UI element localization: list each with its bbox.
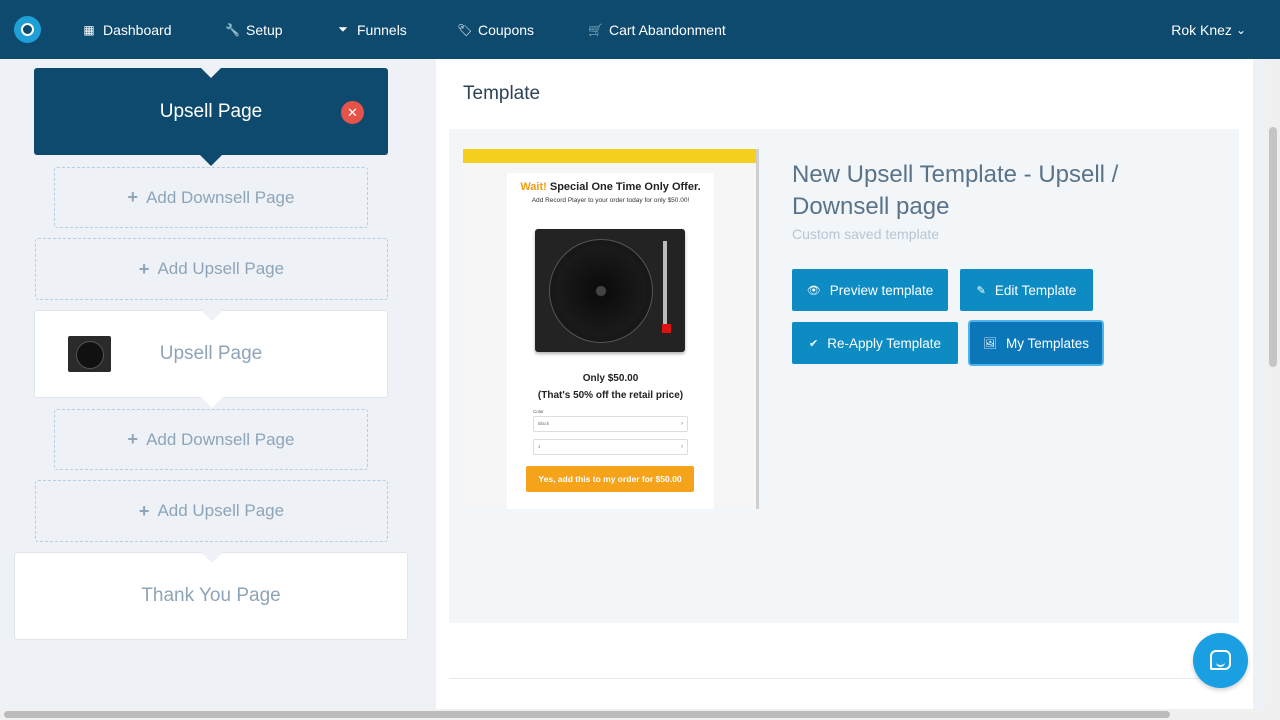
plus-icon: + <box>138 258 150 279</box>
remove-step-icon[interactable]: ✕ <box>341 101 364 124</box>
preview-notice-bar <box>463 149 757 163</box>
funnel-step-thank-you[interactable]: Thank You Page <box>14 552 408 640</box>
nav-setup[interactable]: 🔧 Setup <box>225 0 283 59</box>
chevron-down-icon: ⌄ <box>1235 22 1246 37</box>
preview-scrollbar[interactable] <box>756 149 759 509</box>
plus-icon: + <box>138 500 150 521</box>
user-menu[interactable]: Rok Knez ⌄ <box>1171 0 1246 59</box>
preview-color-label: Color <box>533 409 544 414</box>
step-notch-top <box>201 552 223 563</box>
nav-cart-abandonment[interactable]: 🛒 Cart Abandonment <box>588 0 726 59</box>
nav-setup-label: Setup <box>246 21 283 38</box>
nav-cart-abandonment-label: Cart Abandonment <box>609 21 726 38</box>
nav-dashboard-label: Dashboard <box>103 21 172 38</box>
chat-icon <box>1210 650 1231 670</box>
nav-dashboard[interactable]: ▦ Dashboard <box>82 0 172 59</box>
template-area: Wait! Special One Time Only Offer. Add R… <box>449 129 1239 623</box>
step-notch-top <box>201 310 223 321</box>
template-name: New Upsell Template - Upsell / Downsell … <box>792 161 1119 220</box>
template-preview[interactable]: Wait! Special One Time Only Offer. Add R… <box>463 145 759 509</box>
tonearm-tip-shape <box>662 324 671 333</box>
chat-launcher-button[interactable] <box>1193 633 1248 688</box>
my-templates-button[interactable]: 🖼 My Templates <box>970 322 1102 364</box>
funnel-step-upsell-active[interactable]: Upsell Page ✕ <box>34 67 388 166</box>
edit-template-label: Edit Template <box>994 282 1077 298</box>
user-name: Rok Knez <box>1171 21 1232 38</box>
funnel-step-upsell[interactable]: Upsell Page <box>34 310 388 408</box>
wrench-icon: 🔧 <box>225 22 240 37</box>
preview-price: Only $50.00 <box>582 373 639 384</box>
nav-coupons[interactable]: 🏷 Coupons <box>457 0 534 59</box>
image-icon: 🖼 <box>983 337 997 350</box>
my-templates-label: My Templates <box>1005 335 1089 351</box>
tonearm-shape <box>663 241 667 331</box>
platter-shape <box>549 239 653 343</box>
preview-discount: (That's 50% off the retail price) <box>537 390 684 401</box>
template-description: Custom saved template <box>792 226 940 242</box>
step-thumbnail <box>68 336 111 372</box>
preview-cta-button: Yes, add this to my order for $50.00 <box>526 466 694 492</box>
record-player-image <box>535 229 685 352</box>
panel-title: Template <box>463 83 541 104</box>
preview-headline: Wait! Special One Time Only Offer. <box>507 181 714 193</box>
preview-qty-select: 1 <box>533 439 688 455</box>
nav-funnels[interactable]: ⏷ Funnels <box>336 0 407 59</box>
app-logo[interactable] <box>14 16 41 43</box>
preview-page: Wait! Special One Time Only Offer. Add R… <box>507 173 714 509</box>
vertical-scrollbar-thumb[interactable] <box>1269 127 1277 367</box>
check-icon: ✔ <box>808 337 819 350</box>
plus-icon: + <box>127 429 139 449</box>
nav-funnels-label: Funnels <box>357 21 407 38</box>
top-navbar: ▦ Dashboard 🔧 Setup ⏷ Funnels 🏷 Coupons … <box>0 0 1280 59</box>
add-upsell-button[interactable]: + Add Upsell Page <box>35 480 388 542</box>
add-downsell-label: Add Downsell Page <box>146 429 295 449</box>
grid-icon: ▦ <box>83 22 95 37</box>
panel-divider <box>449 678 1239 679</box>
horizontal-scrollbar-thumb[interactable] <box>4 711 1170 718</box>
add-downsell-button[interactable]: + Add Downsell Page <box>54 409 368 470</box>
add-upsell-label: Add Upsell Page <box>157 501 285 520</box>
reapply-template-label: Re-Apply Template <box>827 335 942 351</box>
add-upsell-button[interactable]: + Add Upsell Page <box>35 238 388 300</box>
nav-coupons-label: Coupons <box>478 21 535 38</box>
funnel-steps-column: Upsell Page ✕ + Add Downsell Page + Add … <box>0 59 436 709</box>
preview-template-label: Preview template <box>829 282 934 298</box>
preview-wait: Wait! <box>520 181 547 193</box>
preview-template-button[interactable]: 👁 Preview template <box>792 269 948 311</box>
step-notch <box>201 397 223 408</box>
add-downsell-label: Add Downsell Page <box>146 187 295 207</box>
funnel-step-label: Thank You Page <box>141 585 281 606</box>
tag-icon: 🏷 <box>457 22 473 37</box>
reapply-template-button[interactable]: ✔ Re-Apply Template <box>792 322 958 364</box>
eye-icon: 👁 <box>806 284 821 297</box>
preview-color-select: Black <box>533 416 688 432</box>
plus-icon: + <box>127 187 139 207</box>
funnel-step-label: Upsell Page <box>159 100 263 122</box>
funnel-step-label: Upsell Page <box>159 343 263 364</box>
preview-subheadline: Add Record Player to your order today fo… <box>531 197 690 204</box>
filter-icon: ⏷ <box>338 22 348 36</box>
edit-template-button[interactable]: ✎ Edit Template <box>960 269 1093 311</box>
template-panel: Template Wait! Special One Time Only Off… <box>436 59 1253 709</box>
add-downsell-button[interactable]: + Add Downsell Page <box>54 167 368 228</box>
preview-headline-text: Special One Time Only Offer. <box>549 181 701 193</box>
edit-icon: ✎ <box>976 284 986 297</box>
cart-icon: 🛒 <box>588 22 603 37</box>
add-upsell-label: Add Upsell Page <box>157 259 285 278</box>
